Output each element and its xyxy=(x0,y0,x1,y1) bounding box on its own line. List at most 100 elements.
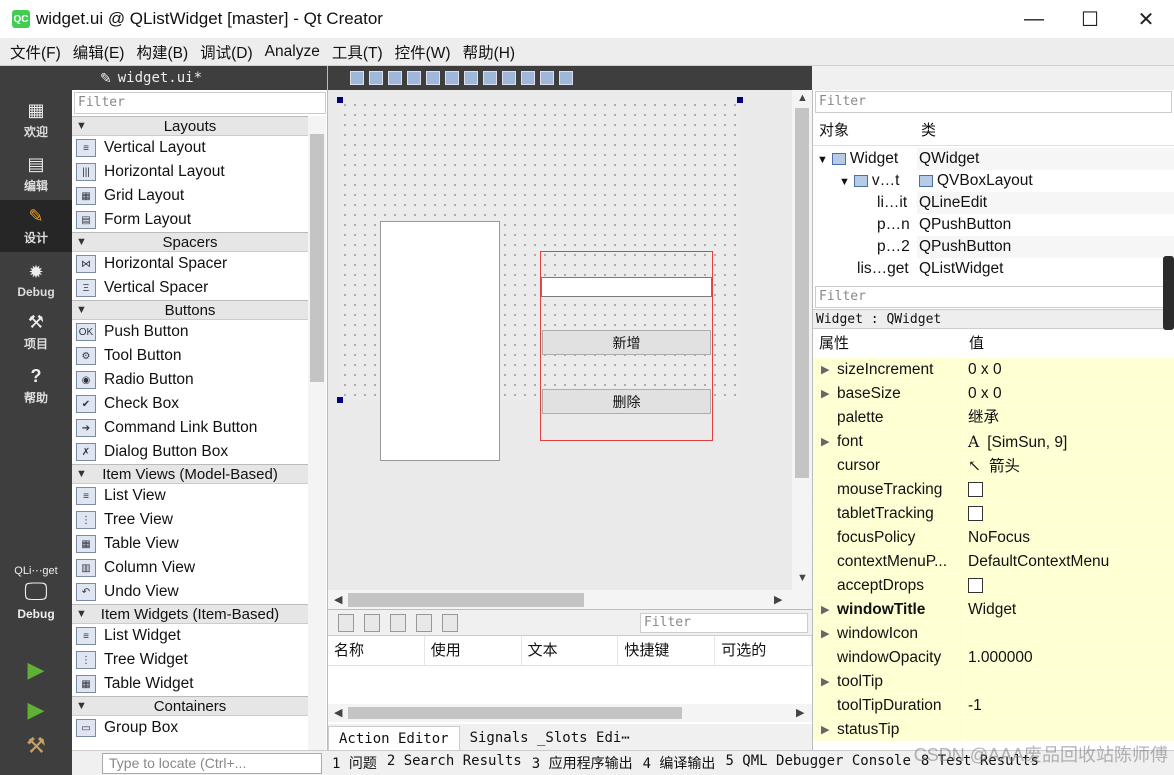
widget-box-item[interactable]: Ξ Vertical Spacer xyxy=(72,276,308,300)
scroll-up-icon[interactable]: ▲ xyxy=(797,92,808,104)
property-row[interactable]: mouseTracking xyxy=(813,478,1174,502)
resize-handle[interactable] xyxy=(337,97,343,103)
property-value[interactable] xyxy=(963,478,1174,502)
output-pane-tab[interactable]: 4 编译输出 xyxy=(643,753,716,773)
tab-action-editor[interactable]: Action Editor xyxy=(328,726,460,750)
property-value[interactable]: NoFocus xyxy=(963,526,1174,550)
output-pane-tab[interactable]: 1 问题 xyxy=(332,753,377,773)
scrollbar-thumb[interactable] xyxy=(310,134,324,382)
property-row[interactable]: windowOpacity 1.000000 xyxy=(813,646,1174,670)
delete-button[interactable]: 删除 xyxy=(542,389,711,414)
widget-category-header[interactable]: ▼ Containers xyxy=(72,696,308,716)
locator-input[interactable]: Type to locate (Ctrl+... xyxy=(102,752,322,774)
checkbox[interactable] xyxy=(968,506,983,522)
menu-widgets[interactable]: 控件(W) xyxy=(389,41,457,63)
action-editor-scrollbar[interactable]: ◀ ▶ xyxy=(328,704,812,722)
widget-box-item[interactable]: ✗ Dialog Button Box xyxy=(72,440,308,464)
property-row[interactable]: ▶ sizeIncrement 0 x 0 xyxy=(813,358,1174,382)
widget-category-header[interactable]: ▼ Item Views (Model-Based) xyxy=(72,464,308,484)
column-header[interactable]: 名称 xyxy=(328,636,425,665)
layout-vertical-icon[interactable] xyxy=(445,71,459,85)
list-widget[interactable] xyxy=(380,221,500,461)
widget-box-item[interactable]: ▦ Table Widget xyxy=(72,672,308,696)
widget-box-item[interactable]: ⋮ Tree View xyxy=(72,508,308,532)
property-row[interactable]: ▶ statusTip xyxy=(813,718,1174,742)
line-edit[interactable] xyxy=(541,277,712,297)
minimize-button[interactable]: — xyxy=(1006,0,1062,38)
property-value[interactable] xyxy=(963,670,1174,694)
menu-edit[interactable]: 编辑(E) xyxy=(67,41,131,63)
scroll-left-icon[interactable]: ◀ xyxy=(334,593,342,606)
checkbox[interactable] xyxy=(968,578,983,594)
mode-design[interactable]: ✎ 设计 xyxy=(0,200,72,252)
widget-box-item[interactable]: ▥ Column View xyxy=(72,556,308,580)
object-tree-row[interactable]: li…it QLineEdit xyxy=(813,192,1174,214)
object-tree-row[interactable]: ▼ v…t QVBoxLayout xyxy=(813,170,1174,192)
mode-welcome[interactable]: ▦ 欢迎 xyxy=(0,94,72,146)
break-layout-icon[interactable] xyxy=(540,71,554,85)
scrollbar-thumb[interactable] xyxy=(348,593,584,607)
add-button[interactable]: 新增 xyxy=(542,330,711,355)
object-tree-row[interactable]: ▼ Widget QWidget xyxy=(813,148,1174,170)
property-value[interactable]: Widget xyxy=(963,598,1174,622)
paste-action-icon[interactable] xyxy=(390,613,406,632)
output-pane-tab[interactable]: 2 Search Results xyxy=(387,753,522,773)
layout-splitter-v-icon[interactable] xyxy=(483,71,497,85)
property-row[interactable]: contextMenuP... DefaultContextMenu xyxy=(813,550,1174,574)
menu-help[interactable]: 帮助(H) xyxy=(457,41,522,63)
widget-category-header[interactable]: ▼ Item Widgets (Item-Based) xyxy=(72,604,308,624)
property-value[interactable]: DefaultContextMenu xyxy=(963,550,1174,574)
menu-file[interactable]: 文件(F) xyxy=(4,41,67,63)
edit-tab-order-icon[interactable] xyxy=(407,71,421,85)
property-value[interactable] xyxy=(963,574,1174,598)
property-value[interactable]: 1.000000 xyxy=(963,646,1174,670)
action-filter-input[interactable]: Filter xyxy=(640,613,808,633)
menu-build[interactable]: 构建(B) xyxy=(130,41,194,63)
property-row[interactable]: cursor ↖ 箭头 xyxy=(813,454,1174,478)
property-row[interactable]: ▶ windowTitle Widget xyxy=(813,598,1174,622)
adjust-size-icon[interactable] xyxy=(559,71,573,85)
widget-box-item[interactable]: ◉ Radio Button xyxy=(72,368,308,392)
widget-category-header[interactable]: ▼ Spacers xyxy=(72,232,308,252)
object-filter-input[interactable]: Filter xyxy=(815,91,1172,113)
column-header[interactable]: 使用 xyxy=(425,636,522,665)
widget-box-item[interactable]: ▤ Form Layout xyxy=(72,208,308,232)
column-header[interactable]: 对象 xyxy=(813,116,915,145)
widget-box-item[interactable]: ▦ Table View xyxy=(72,532,308,556)
widget-box-item[interactable]: OK Push Button xyxy=(72,320,308,344)
kit-selector[interactable]: QLi⋯get 🖵 Debug xyxy=(0,560,72,640)
maximize-button[interactable]: ☐ xyxy=(1062,0,1118,38)
column-header[interactable]: 值 xyxy=(963,330,984,358)
object-tree-row[interactable]: p…n QPushButton xyxy=(813,214,1174,236)
output-pane-tab[interactable]: 5 QML Debugger Console xyxy=(725,753,910,773)
resize-handle[interactable] xyxy=(737,97,743,103)
column-header[interactable]: 类 xyxy=(915,116,936,145)
mode-help[interactable]: ? 帮助 xyxy=(0,360,72,412)
menu-tools[interactable]: 工具(T) xyxy=(326,41,389,63)
menu-analyze[interactable]: Analyze xyxy=(259,43,326,61)
widget-box-item[interactable]: ⚙ Tool Button xyxy=(72,344,308,368)
close-button[interactable]: ✕ xyxy=(1118,0,1174,38)
edit-buddies-icon[interactable] xyxy=(388,71,402,85)
widget-box-item[interactable]: ||| Horizontal Layout xyxy=(72,160,308,184)
property-row[interactable]: acceptDrops xyxy=(813,574,1174,598)
widget-box-item[interactable]: ▭ Group Box xyxy=(72,716,308,740)
canvas-vertical-scrollbar[interactable]: ▲ ▼ xyxy=(792,90,812,590)
widget-box-item[interactable]: ➔ Command Link Button xyxy=(72,416,308,440)
object-tree-row[interactable]: lis…get QListWidget xyxy=(813,258,1174,280)
column-header[interactable]: 快捷键 xyxy=(618,636,716,665)
scroll-down-icon[interactable]: ▼ xyxy=(797,572,808,584)
property-row[interactable]: tabletTracking xyxy=(813,502,1174,526)
column-header[interactable]: 文本 xyxy=(522,636,619,665)
property-value[interactable]: 0 x 0 xyxy=(963,358,1174,382)
property-value[interactable]: 继承 xyxy=(963,406,1174,430)
edit-widgets-icon[interactable] xyxy=(350,71,364,85)
property-row[interactable]: palette 继承 xyxy=(813,406,1174,430)
widget-box-item[interactable]: ⋮ Tree Widget xyxy=(72,648,308,672)
widget-box-item[interactable]: ⋈ Horizontal Spacer xyxy=(72,252,308,276)
mode-projects[interactable]: ⚒ 项目 xyxy=(0,306,72,358)
property-filter-input[interactable]: Filter xyxy=(815,286,1173,308)
scrollbar-thumb[interactable] xyxy=(348,707,682,719)
widget-box-item[interactable]: ▦ Grid Layout xyxy=(72,184,308,208)
canvas-horizontal-scrollbar[interactable]: ◀ ▶ xyxy=(328,590,812,610)
